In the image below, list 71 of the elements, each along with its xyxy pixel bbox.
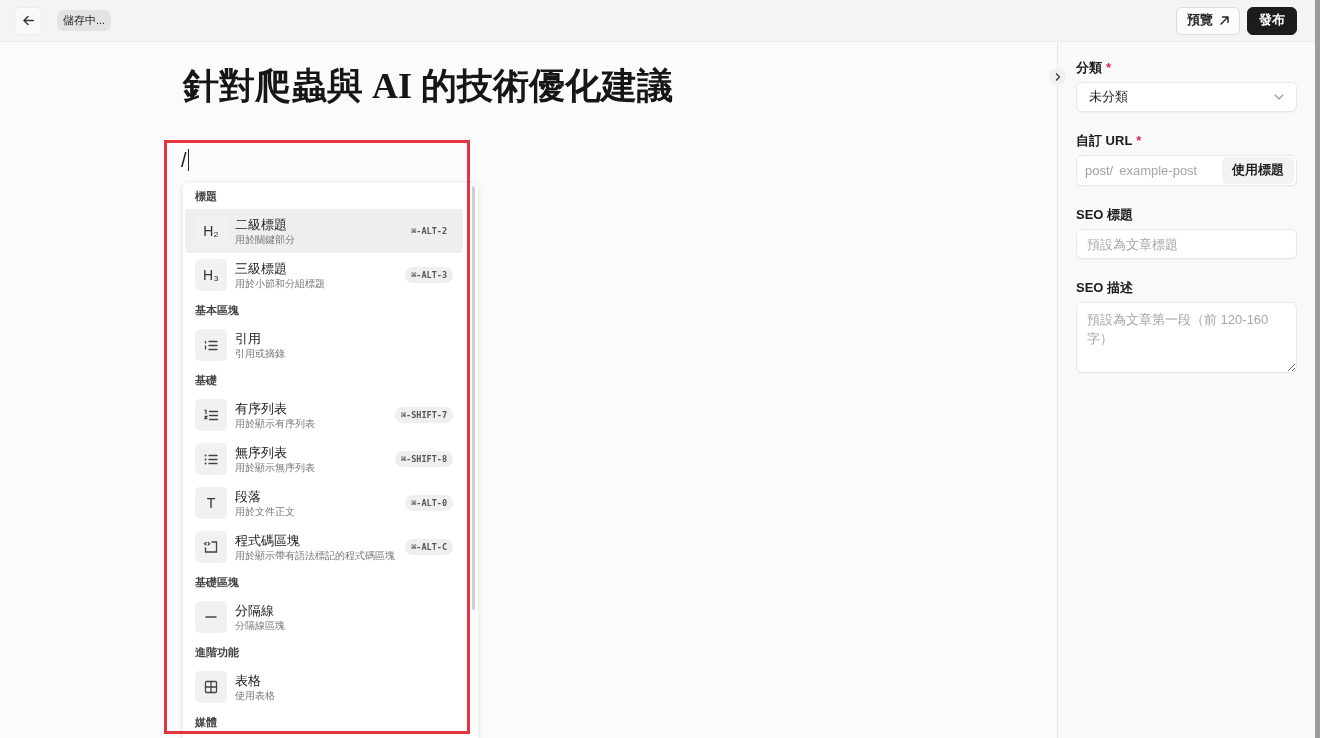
chevron-down-icon	[1274, 94, 1284, 100]
menu-section-heading: 基礎	[194, 373, 218, 388]
external-arrow-icon	[1220, 16, 1229, 25]
bullet-list-icon	[195, 443, 227, 475]
field-label: 分類	[1076, 59, 1102, 77]
command-description: 用於顯示有序列表	[235, 417, 316, 430]
back-button[interactable]	[14, 6, 42, 35]
command-menu-item[interactable]: 無序列表 用於顯示無序列表 ⌘-SHIFT-8	[185, 437, 463, 481]
command-title: 二級標題	[235, 216, 288, 233]
required-mark: *	[1106, 59, 1112, 77]
code-block-icon	[195, 531, 227, 563]
keyboard-shortcut: ⌘-ALT-3	[405, 267, 453, 283]
chevron-right-icon	[1054, 72, 1061, 81]
slug-input[interactable]: example-post	[1113, 163, 1222, 178]
menu-section-heading: 媒體	[194, 715, 218, 730]
command-menu-item[interactable]: 表格 使用表格	[185, 665, 463, 709]
menu-section-heading: 基礎區塊	[194, 575, 240, 590]
keyboard-shortcut: ⌘-ALT-0	[405, 495, 453, 511]
preview-button[interactable]: 預覽	[1176, 6, 1240, 35]
command-menu-item[interactable]: T 段落 用於文件正文 ⌘-ALT-0	[185, 481, 463, 525]
use-title-button[interactable]: 使用標題	[1222, 157, 1294, 184]
quote-icon	[195, 329, 227, 361]
keyboard-shortcut: ⌘-ALT-C	[405, 539, 453, 555]
heading-glyph: H₃	[195, 259, 227, 291]
command-description: 用於文件正文	[235, 505, 296, 518]
text-glyph: T	[195, 487, 227, 519]
field-label: SEO 描述	[1076, 279, 1134, 297]
save-status-badge: 儲存中...	[57, 10, 112, 31]
keyboard-shortcut: ⌘-SHIFT-7	[394, 407, 453, 423]
command-menu-item[interactable]: H₃ 三級標題 用於小節和分組標題 ⌘-ALT-3	[185, 253, 463, 297]
post-title[interactable]: 針對爬蟲與 AI 的技術優化建議	[183, 64, 673, 108]
command-menu-item[interactable]: 分隔線 分隔線區塊	[185, 595, 463, 639]
field-label: 自訂 URL	[1076, 132, 1133, 150]
text-cursor	[187, 149, 189, 171]
command-description: 分隔線區塊	[235, 619, 286, 632]
command-description: 用於顯示無序列表	[235, 461, 316, 474]
command-menu-item[interactable]: 程式碼區塊 用於顯示帶有語法標記的程式碼區塊 ⌘-ALT-C	[185, 525, 463, 569]
field-label: SEO 標題	[1076, 206, 1134, 224]
required-mark: *	[1136, 132, 1142, 150]
menu-section-heading: 標題	[194, 189, 218, 204]
collapse-sidebar-button[interactable]	[1049, 68, 1066, 85]
back-arrow-icon	[22, 15, 34, 26]
command-description: 用於顯示帶有語法標記的程式碼區塊	[235, 549, 396, 562]
window-scrollbar[interactable]	[1315, 0, 1320, 738]
command-description: 引用或摘錄	[235, 347, 286, 360]
command-menu-item[interactable]: 引用 引用或摘錄	[185, 323, 463, 367]
menu-scrollbar[interactable]	[472, 186, 475, 610]
command-menu-item[interactable]: 有序列表 用於顯示有序列表 ⌘-SHIFT-7	[185, 393, 463, 437]
table-icon	[195, 671, 227, 703]
command-description: 用於關鍵部分	[235, 233, 296, 246]
command-title: 三級標題	[235, 260, 288, 277]
command-description: 用於小節和分組標題	[235, 277, 326, 290]
editor-input-text[interactable]: /	[181, 148, 187, 172]
keyboard-shortcut: ⌘-SHIFT-8	[394, 451, 453, 467]
command-title: 無序列表	[235, 444, 288, 461]
command-title: 有序列表	[235, 400, 288, 417]
command-title: 段落	[235, 488, 262, 505]
command-title: 表格	[235, 672, 262, 689]
numbered-list-icon	[195, 399, 227, 431]
publish-button[interactable]: 發布	[1247, 6, 1297, 35]
command-title: 引用	[235, 330, 262, 347]
category-select[interactable]: 未分類	[1076, 82, 1297, 112]
command-title: 分隔線	[235, 602, 275, 619]
seo-title-input[interactable]: 預設為文章標題	[1076, 229, 1297, 259]
select-value: 未分類	[1089, 88, 1128, 106]
command-menu-item[interactable]: H₂ 二級標題 用於關鍵部分 ⌘-ALT-2	[185, 209, 463, 253]
command-description: 使用表格	[235, 689, 276, 702]
menu-section-heading: 進階功能	[194, 645, 240, 660]
url-prefix: post/	[1085, 163, 1114, 178]
menu-section-heading: 基本區塊	[194, 303, 240, 318]
command-title: 程式碼區塊	[235, 532, 301, 549]
